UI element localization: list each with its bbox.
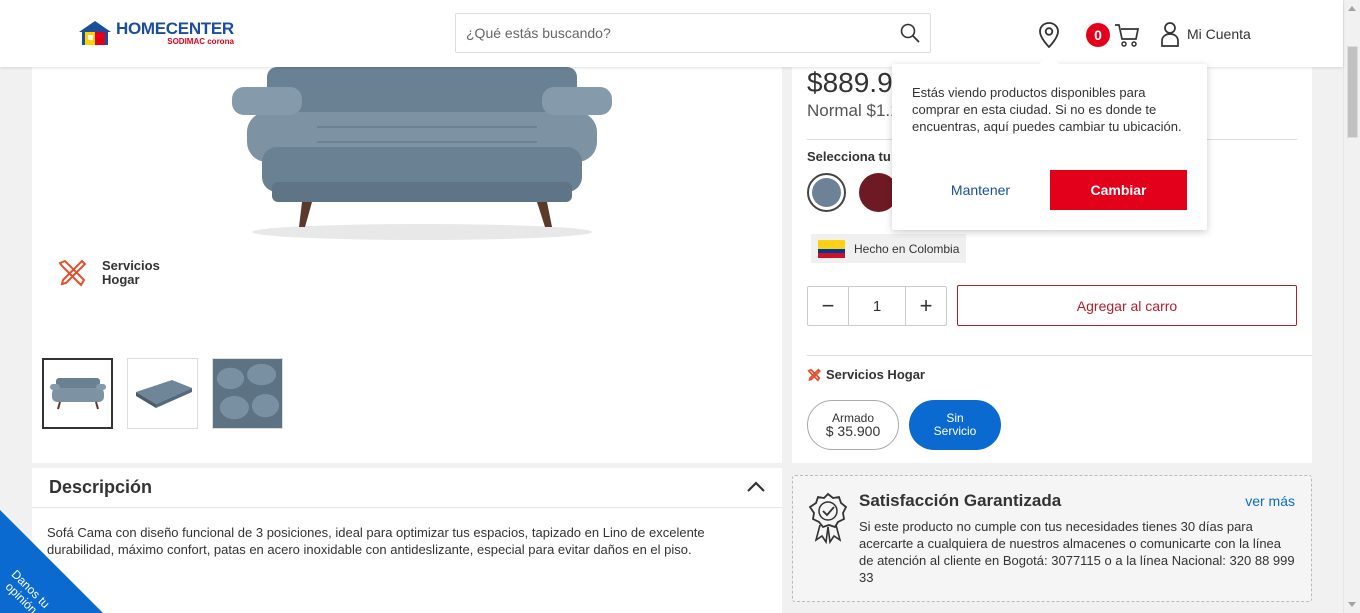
house-logo-icon: [79, 21, 111, 45]
product-price: $889.9: [807, 67, 893, 98]
services-hogar-heading: Servicios Hogar: [807, 367, 925, 382]
description-section: Descripción Sofá Cama con diseño funcion…: [32, 468, 782, 613]
chevron-up-icon[interactable]: [746, 480, 766, 494]
scroll-up-arrow-icon[interactable]: [1348, 6, 1356, 11]
ver-mas-link[interactable]: ver más: [1245, 493, 1295, 509]
keep-location-button[interactable]: Mantener: [912, 170, 1049, 210]
location-pin-icon[interactable]: [1038, 22, 1060, 48]
color-swatch-fill: [812, 178, 841, 207]
thumbnail-fabric-detail-image: [213, 359, 282, 428]
thumbnail-1[interactable]: [42, 358, 113, 429]
decrement-button[interactable]: −: [808, 287, 848, 325]
sofa-product-image[interactable]: [217, 67, 627, 242]
made-in-label: Hecho en Colombia: [854, 241, 960, 256]
search-icon[interactable]: [900, 23, 920, 43]
add-to-cart-button[interactable]: Agregar al carro: [957, 285, 1297, 326]
search-placeholder: ¿Qué estás buscando?: [466, 25, 611, 41]
thumbnail-2[interactable]: [127, 358, 198, 429]
satisfaction-guarantee-box: Satisfacción Garantizada ver más Si este…: [792, 475, 1312, 602]
service-option-armado[interactable]: Armado $ 35.900: [807, 400, 899, 450]
scroll-down-arrow-icon[interactable]: [1348, 602, 1356, 607]
service-option-price: $ 35.900: [825, 423, 881, 439]
divider: [807, 355, 1312, 356]
product-gallery: Servicios Hogar: [32, 67, 782, 463]
page-scrollbar[interactable]: [1343, 0, 1360, 613]
guarantee-seal-icon: [808, 492, 848, 544]
colombia-flag-icon: [818, 239, 845, 258]
made-in-colombia-badge: Hecho en Colombia: [811, 234, 967, 263]
guarantee-title: Satisfacción Garantizada: [859, 491, 1062, 510]
select-color-label: Selecciona tu: [807, 149, 891, 164]
homecenter-logo[interactable]: HOMECENTER SODIMAC corona: [78, 20, 234, 46]
scrollbar-thumb[interactable]: [1347, 46, 1358, 138]
description-header[interactable]: Descripción: [32, 468, 782, 508]
normal-price: Normal $1.1: [807, 101, 900, 120]
logo-wordmark: HOMECENTER: [116, 19, 234, 38]
tools-icon: [807, 368, 821, 382]
color-swatch-gray-blue[interactable]: [807, 173, 846, 212]
thumbnail-strip: [42, 358, 283, 429]
site-header: HOMECENTER SODIMAC corona ¿Qué estás bus…: [0, 0, 1343, 67]
location-popup: Estás viendo productos disponibles para …: [892, 54, 1207, 230]
quantity-value[interactable]: 1: [848, 287, 906, 325]
thumbnail-sofa-front-image: [49, 377, 106, 409]
thumbnail-3[interactable]: [212, 358, 283, 429]
tools-icon: [58, 259, 87, 287]
increment-button[interactable]: +: [906, 287, 946, 325]
account-link[interactable]: Mi Cuenta: [1160, 21, 1251, 47]
services-label-2: Hogar: [102, 272, 140, 287]
quantity-stepper: − 1 +: [807, 286, 947, 326]
service-option-none[interactable]: Sin Servicio: [909, 400, 1001, 450]
user-icon: [1161, 22, 1179, 47]
description-title: Descripción: [49, 477, 153, 497]
services-hogar-title: Servicios Hogar: [826, 367, 925, 382]
search-input[interactable]: ¿Qué estás buscando?: [455, 13, 931, 53]
cart-icon[interactable]: [1114, 22, 1140, 48]
feedback-tab[interactable]: Danos tu opinión: [0, 510, 103, 613]
account-label: Mi Cuenta: [1187, 26, 1251, 42]
cart-count-badge[interactable]: 0: [1086, 23, 1110, 47]
description-text: Sofá Cama con diseño funcional de 3 posi…: [47, 525, 705, 557]
service-option-none-line2: Servicio: [933, 424, 977, 438]
change-location-button[interactable]: Cambiar: [1050, 170, 1187, 210]
logo-subtitle: SODIMAC corona: [167, 37, 234, 46]
guarantee-text: Si este producto no cumple con tus neces…: [859, 519, 1295, 585]
thumbnail-sofa-bed-image: [135, 379, 192, 408]
services-hogar-badge[interactable]: Servicios Hogar: [56, 257, 160, 289]
location-message: Estás viendo productos disponibles para …: [912, 85, 1182, 134]
services-label-1: Servicios: [102, 258, 160, 273]
